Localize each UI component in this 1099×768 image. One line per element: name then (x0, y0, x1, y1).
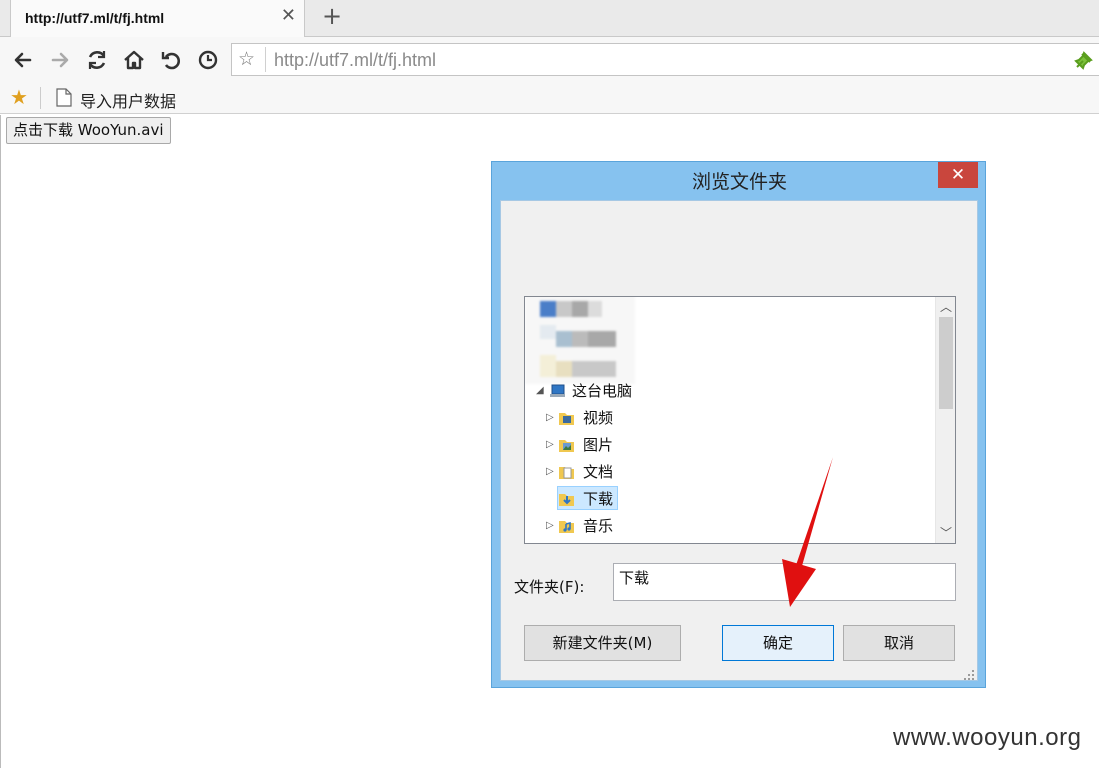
dialog-body: ◢ 这台电脑 ▷ 视频 ▷ 图片 ▷ 文档 下载 ▷ 音乐 ︿ ﹀ 文件夹(F)… (500, 200, 978, 681)
url-divider (265, 47, 266, 72)
cancel-button[interactable]: 取消 (843, 625, 955, 661)
nav-bar: ☆ http://utf7.ml/t/fj.html (0, 37, 1099, 82)
tree-item-label: 下载 (583, 490, 614, 508)
extension-pin-icon[interactable] (1073, 49, 1095, 71)
dialog-close-icon[interactable]: ✕ (938, 162, 978, 188)
download-button[interactable]: 点击下载 WooYun.avi (6, 117, 171, 144)
scroll-up-icon[interactable]: ︿ (936, 298, 955, 316)
folder-tree[interactable]: ◢ 这台电脑 ▷ 视频 ▷ 图片 ▷ 文档 下载 ▷ 音乐 ︿ ﹀ (524, 296, 956, 544)
scroll-thumb[interactable] (939, 317, 953, 409)
tree-item-pictures[interactable]: ▷ 图片 (525, 434, 825, 456)
downloads-folder-icon (558, 491, 575, 507)
scroll-down-icon[interactable]: ﹀ (936, 524, 955, 542)
reload-icon[interactable] (84, 47, 110, 73)
tree-item-label: 文档 (583, 463, 614, 481)
home-icon[interactable] (121, 47, 147, 73)
forward-icon[interactable] (47, 47, 73, 73)
new-tab-button[interactable]: + (322, 3, 342, 29)
dialog-title: 浏览文件夹 (691, 171, 787, 193)
music-folder-icon (558, 518, 575, 534)
tab-bar: http://utf7.ml/t/fj.html ✕ + (0, 0, 1099, 37)
documents-folder-icon (558, 464, 575, 480)
history-icon[interactable] (195, 47, 221, 73)
collapse-arrow-icon[interactable]: ◢ (536, 380, 544, 402)
new-folder-button[interactable]: 新建文件夹(M) (524, 625, 681, 661)
page-icon (56, 88, 72, 107)
expand-arrow-icon[interactable]: ▷ (546, 434, 554, 456)
browse-folder-dialog: 浏览文件夹 ✕ ◢ 这台电脑 ▷ 视频 ▷ 图片 ▷ 文档 下载 ▷ 音乐 ︿ … (491, 161, 986, 688)
bookmark-import-user-data[interactable]: 导入用户数据 (80, 88, 176, 112)
expand-arrow-icon[interactable]: ▷ (546, 407, 554, 429)
resize-grip-icon[interactable] (963, 666, 975, 680)
computer-icon (549, 383, 566, 399)
undo-close-tab-icon[interactable] (158, 47, 184, 73)
expand-arrow-icon[interactable]: ▷ (546, 461, 554, 483)
tree-item-label: 这台电脑 (572, 382, 633, 400)
bookmarks-divider (40, 87, 41, 109)
close-tab-icon[interactable]: ✕ (281, 6, 296, 26)
videos-folder-icon (558, 410, 575, 426)
tree-item-videos[interactable]: ▷ 视频 (525, 407, 825, 429)
pictures-folder-icon (558, 437, 575, 453)
bookmark-star-icon[interactable]: ☆ (238, 48, 255, 70)
ok-button[interactable]: 确定 (722, 625, 834, 661)
bookmarks-bar: ★ 导入用户数据 (0, 82, 1099, 114)
annotation-arrow-icon (782, 457, 833, 607)
obscured-entries (525, 297, 635, 384)
active-tab[interactable]: http://utf7.ml/t/fj.html ✕ (10, 0, 305, 37)
tree-item-label: 图片 (583, 436, 614, 454)
tree-item-label: 视频 (583, 409, 614, 427)
url-text[interactable]: http://utf7.ml/t/fj.html (274, 50, 436, 71)
tab-title: http://utf7.ml/t/fj.html (25, 10, 165, 26)
address-bar[interactable]: ☆ http://utf7.ml/t/fj.html (231, 43, 1099, 76)
watermark: www.wooyun.org (893, 724, 1082, 751)
bookmarks-star-icon[interactable]: ★ (10, 86, 28, 108)
tree-scrollbar[interactable]: ︿ ﹀ (935, 297, 955, 543)
back-icon[interactable] (10, 47, 36, 73)
folder-field-label: 文件夹(F): (514, 578, 585, 596)
tree-item-this-pc[interactable]: ◢ 这台电脑 (525, 380, 825, 402)
tree-item-label: 音乐 (583, 517, 614, 535)
expand-arrow-icon[interactable]: ▷ (546, 515, 554, 537)
